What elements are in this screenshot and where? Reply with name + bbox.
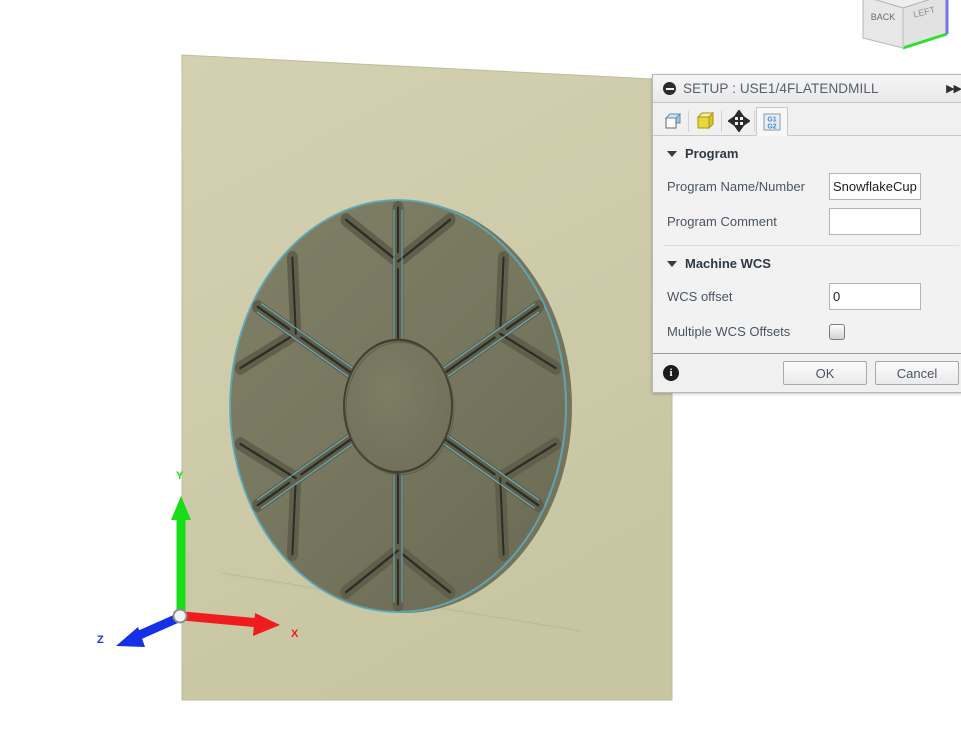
row-program-comment: Program Comment [653, 204, 961, 239]
row-multiple-wcs-offsets: Multiple WCS Offsets [653, 314, 961, 349]
svg-text:G1: G1 [767, 116, 776, 123]
program-name-number-input[interactable]: SnowflakeCup [829, 173, 921, 200]
dialog-body: Program Program Name/Number SnowflakeCup… [653, 136, 961, 353]
svg-text:G2: G2 [767, 123, 776, 130]
tab-setup[interactable] [657, 106, 689, 135]
move-arrows-icon [728, 110, 750, 132]
program-comment-input[interactable] [829, 208, 921, 235]
group-title-machine-wcs: Machine WCS [685, 256, 771, 271]
triangle-down-icon [667, 150, 677, 157]
info-icon[interactable]: i [663, 365, 679, 381]
label-program-name-number: Program Name/Number [667, 179, 805, 194]
setup-dialog[interactable]: SETUP : USE1/4FLATENDMILL ▶▶ G1 G2 Progr… [652, 74, 961, 393]
row-program-name-number: Program Name/Number SnowflakeCup [653, 169, 961, 204]
stock-box-icon [696, 111, 715, 130]
group-title-program: Program [685, 146, 739, 161]
viewcube-back-label: BACK [871, 12, 896, 22]
axis-label-x: X [291, 628, 299, 640]
multiple-wcs-offsets-checkbox[interactable] [829, 323, 845, 340]
collapse-minus-icon[interactable] [663, 82, 676, 95]
dialog-footer: i OK Cancel [653, 353, 961, 392]
g-code-icon: G1 G2 [763, 113, 781, 130]
tab-post-process[interactable]: G1 G2 [756, 107, 788, 136]
view-cube[interactable]: BACK LEFT [843, 0, 953, 52]
tab-post-position[interactable] [723, 106, 755, 135]
axis-label-y: Y [176, 470, 184, 482]
row-wcs-offset: WCS offset 0 [653, 279, 961, 314]
label-program-comment: Program Comment [667, 214, 777, 229]
label-multiple-wcs-offsets: Multiple WCS Offsets [667, 324, 791, 339]
label-wcs-offset: WCS offset [667, 289, 733, 304]
wcs-triad [116, 496, 280, 647]
wcs-offset-input[interactable]: 0 [829, 283, 921, 310]
tab-stock[interactable] [690, 106, 722, 135]
dialog-tab-strip[interactable]: G1 G2 [653, 103, 961, 136]
axis-label-z: Z [97, 634, 104, 646]
dialog-title-text: SETUP : USE1/4FLATENDMILL [683, 81, 879, 96]
ok-button[interactable]: OK [783, 361, 867, 385]
triangle-down-icon [667, 260, 677, 267]
setup-cube-icon [664, 113, 682, 129]
cancel-button[interactable]: Cancel [875, 361, 959, 385]
group-header-program[interactable]: Program [653, 136, 961, 169]
group-header-machine-wcs[interactable]: Machine WCS [653, 246, 961, 279]
dialog-title-bar[interactable]: SETUP : USE1/4FLATENDMILL ▶▶ [653, 75, 961, 103]
double-chevron-right-icon[interactable]: ▶▶ [940, 82, 961, 95]
